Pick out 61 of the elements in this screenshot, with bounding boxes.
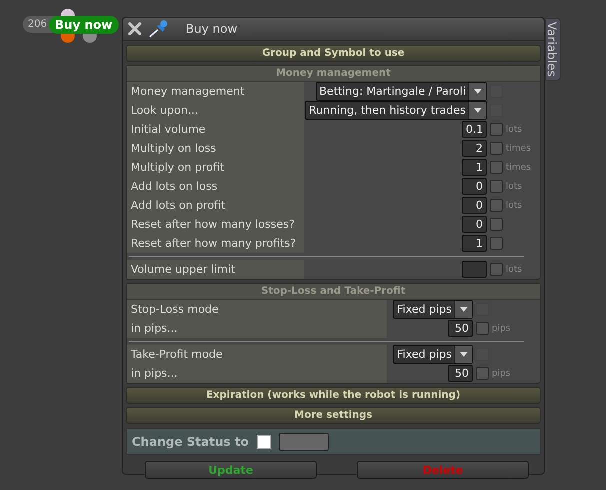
variables-tab[interactable]: Variables xyxy=(545,18,561,81)
setting-label: Initial volume xyxy=(127,120,304,139)
checkbox[interactable] xyxy=(490,218,503,231)
checkbox[interactable] xyxy=(490,180,503,193)
setting-label: Take-Profit mode xyxy=(127,345,387,364)
status-field[interactable] xyxy=(278,432,329,450)
status-checkbox[interactable] xyxy=(256,434,271,448)
unit-label: times xyxy=(506,144,532,154)
caret-icon xyxy=(460,307,468,312)
checkbox[interactable] xyxy=(476,367,489,380)
section-header[interactable]: Group and Symbol to use xyxy=(126,45,541,62)
number-field[interactable] xyxy=(462,261,487,278)
setting-label: Multiply on profit xyxy=(127,158,304,177)
unit-label: lots xyxy=(506,182,524,192)
checkbox[interactable] xyxy=(490,237,503,250)
section-header[interactable]: More settings xyxy=(126,407,541,424)
setting-label: in pips... xyxy=(127,319,387,338)
order-label[interactable]: Buy now xyxy=(49,16,119,34)
number-field[interactable]: 0 xyxy=(462,178,487,195)
caret-icon xyxy=(474,108,482,113)
unit-label: times xyxy=(506,162,532,172)
setting-label: Volume upper limit xyxy=(127,260,304,279)
number-field[interactable]: 1 xyxy=(462,235,487,252)
close-icon[interactable] xyxy=(128,22,142,36)
setting-label: Reset after how many profits? xyxy=(127,234,304,253)
number-field[interactable]: 0 xyxy=(462,216,487,233)
checkbox[interactable] xyxy=(490,123,503,136)
number-field[interactable]: 0.1 xyxy=(462,121,487,138)
setting-label: Look upon... xyxy=(127,101,304,120)
dropdown[interactable]: Betting: Martingale / Paroli xyxy=(316,82,487,101)
pin-icon[interactable] xyxy=(148,20,170,38)
unit-label: pips xyxy=(492,324,512,334)
number-field[interactable]: 50 xyxy=(448,320,473,337)
unit-label: lots xyxy=(506,124,524,134)
checkbox[interactable] xyxy=(490,199,503,212)
checkbox[interactable] xyxy=(490,142,503,155)
checkbox[interactable] xyxy=(476,322,489,335)
setting-label: Add lots on profit xyxy=(127,196,304,215)
unit-label: lots xyxy=(506,200,524,210)
caret-icon xyxy=(460,352,468,357)
dropdown[interactable]: Fixed pips xyxy=(393,345,473,364)
setting-label: Stop-Loss mode xyxy=(127,300,387,319)
window-title: Buy now xyxy=(186,22,238,36)
caret-icon xyxy=(474,89,482,94)
unit-label: lots xyxy=(506,264,524,274)
checkbox[interactable] xyxy=(490,161,503,174)
checkbox[interactable] xyxy=(490,263,503,276)
setting-label: Add lots on loss xyxy=(127,177,304,196)
setting-label: Multiply on loss xyxy=(127,139,304,158)
number-field[interactable]: 2 xyxy=(462,140,487,157)
status-label: Change Status to xyxy=(132,434,249,448)
dropdown[interactable]: Fixed pips xyxy=(393,300,473,319)
number-field[interactable]: 1 xyxy=(462,159,487,176)
dropdown[interactable]: Running, then history trades xyxy=(305,101,487,120)
setting-label: in pips... xyxy=(127,364,387,383)
number-field[interactable]: 50 xyxy=(448,365,473,382)
unit-label: pips xyxy=(492,368,512,378)
section-header[interactable]: Expiration (works while the robot is running) xyxy=(126,387,541,404)
number-field[interactable]: 0 xyxy=(462,197,487,214)
setting-label: Reset after how many losses? xyxy=(127,215,304,234)
setting-label: Money management xyxy=(127,82,304,101)
